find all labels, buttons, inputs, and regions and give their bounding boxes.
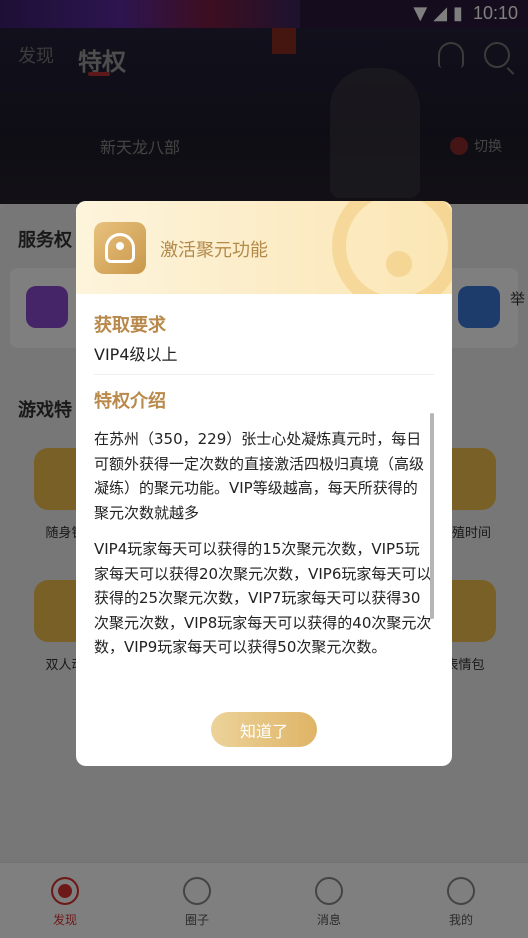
privilege-dialog: 激活聚元功能 获取要求 VIP4级以上 特权介绍 在苏州（350，229）张士心… (76, 201, 452, 766)
requirement-value: VIP4级以上 (94, 345, 178, 364)
ok-button[interactable]: 知道了 (211, 712, 317, 747)
dialog-title: 激活聚元功能 (160, 240, 268, 261)
divider (94, 374, 434, 375)
intro-paragraph: VIP4玩家每天可以获得的15次聚元次数，VIP5玩家每天可以获得20次聚元次数… (94, 540, 432, 656)
scrollbar[interactable] (430, 413, 434, 619)
dialog-header: 激活聚元功能 (76, 201, 452, 294)
privilege-icon (94, 222, 146, 274)
requirement-heading: 获取要求 (94, 315, 166, 336)
header-decoration (332, 201, 452, 294)
header-decoration (386, 251, 412, 277)
intro-text[interactable]: 在苏州（350，229）张士心处凝炼真元时，每日可额外获得一定次数的直接激活四极… (94, 427, 432, 693)
intro-paragraph: 在苏州（350，229）张士心处凝炼真元时，每日可额外获得一定次数的直接激活四极… (94, 430, 425, 522)
intro-heading: 特权介绍 (94, 391, 166, 412)
